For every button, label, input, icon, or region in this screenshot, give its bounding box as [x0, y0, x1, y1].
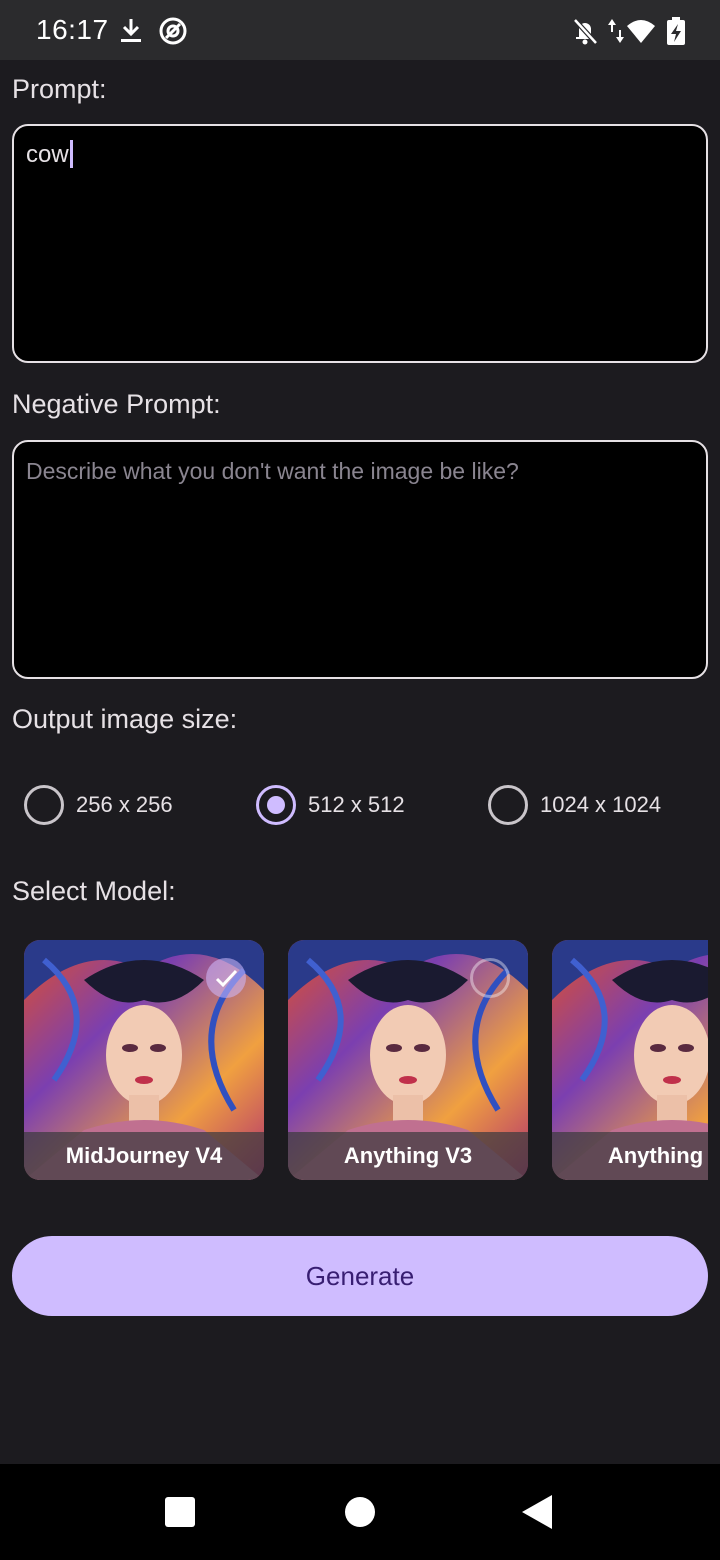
- at-sign-icon: [159, 17, 187, 45]
- text-caret: [69, 140, 73, 168]
- recents-square-icon[interactable]: [132, 1464, 228, 1560]
- prompt-value: cow: [26, 140, 73, 169]
- model-name: Anything V3: [343, 1143, 473, 1168]
- model-name: Anything V4: [607, 1143, 708, 1168]
- radio-label: 512 x 512: [308, 792, 405, 817]
- model-card-anything-v4[interactable]: Anything V4: [552, 940, 708, 1180]
- model-card-anything-v3[interactable]: Anything V3: [288, 940, 528, 1180]
- status-bar: 16:17: [0, 0, 720, 60]
- prompt-input[interactable]: cow: [12, 124, 708, 363]
- status-time: 16:17: [36, 14, 109, 45]
- unselected-check-icon: [470, 958, 510, 998]
- wifi-icon: [627, 20, 655, 43]
- model-name-bar: Anything V3: [288, 1132, 528, 1180]
- radio-label: 1024 x 1024: [540, 792, 662, 817]
- home-circle-icon[interactable]: [312, 1464, 408, 1560]
- generate-label: Generate: [305, 1260, 415, 1291]
- size-option-512[interactable]: 512 x 512: [256, 784, 405, 826]
- notifications-off-icon: [573, 18, 598, 45]
- generate-button[interactable]: Generate: [12, 1236, 708, 1316]
- model-name-bar: Anything V4: [552, 1132, 708, 1180]
- model-carousel[interactable]: MidJourney V4 Anything V3 Anything: [24, 940, 708, 1180]
- radio-button[interactable]: [488, 785, 528, 825]
- battery-charging-icon: [667, 17, 685, 45]
- radio-button[interactable]: [24, 785, 64, 825]
- download-icon: [121, 19, 141, 42]
- size-option-1024[interactable]: 1024 x 1024: [488, 784, 661, 826]
- select-model-label: Select Model:: [12, 876, 176, 906]
- back-triangle-icon[interactable]: [490, 1464, 586, 1560]
- output-size-label: Output image size:: [12, 704, 238, 734]
- model-name-bar: MidJourney V4: [24, 1132, 264, 1180]
- model-card-midjourney-v4[interactable]: MidJourney V4: [24, 940, 264, 1180]
- navigation-bar: [0, 1464, 720, 1560]
- negative-prompt-input[interactable]: Describe what you don't want the image b…: [12, 440, 708, 679]
- negative-prompt-label: Negative Prompt:: [12, 389, 221, 419]
- size-option-256[interactable]: 256 x 256: [24, 784, 173, 826]
- model-name: MidJourney V4: [65, 1143, 223, 1168]
- data-transfer-icon: [608, 19, 624, 43]
- prompt-label: Prompt:: [12, 74, 107, 104]
- negative-prompt-placeholder: Describe what you don't want the image b…: [26, 458, 519, 484]
- selected-check-icon: [206, 958, 246, 998]
- radio-label: 256 x 256: [76, 792, 173, 817]
- radio-button-selected[interactable]: [256, 785, 296, 825]
